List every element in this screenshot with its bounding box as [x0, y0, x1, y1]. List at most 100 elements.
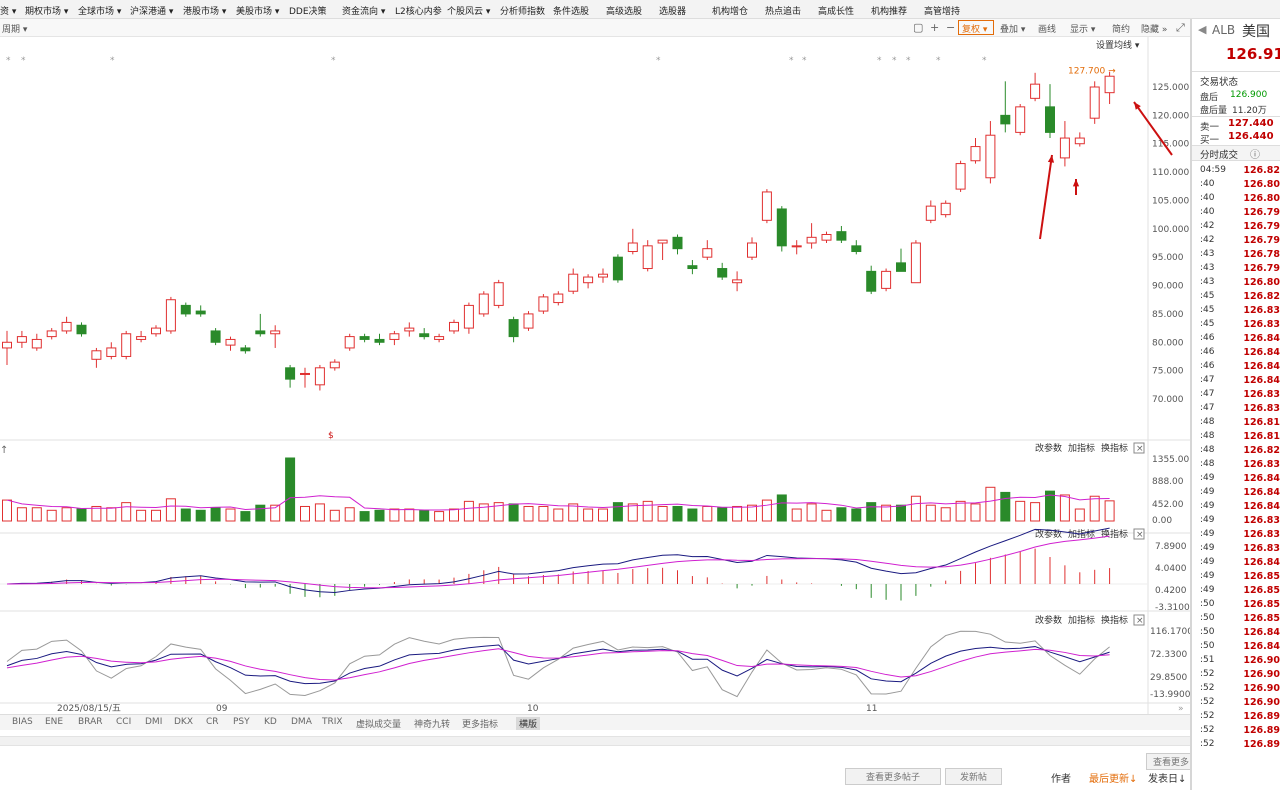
tick-time: :42	[1200, 221, 1215, 231]
panel-close-x: ×	[1136, 444, 1144, 454]
fuquan-button[interactable]: 复权 ▾	[958, 20, 994, 35]
candle-body	[896, 262, 906, 272]
nav-item-3[interactable]: 沪深港通 ▾	[130, 4, 173, 17]
event-marker: *	[906, 56, 911, 66]
indicator-tab-6[interactable]: CR	[206, 717, 219, 727]
volume-bar	[61, 507, 72, 522]
nav-item-10[interactable]: 分析师指数	[500, 4, 545, 17]
indicator-tab-13[interactable]: 更多指标	[462, 717, 498, 730]
volume-bar	[180, 508, 191, 522]
display-button[interactable]: 显示 ▾	[1070, 22, 1095, 35]
period-selector[interactable]: 周期 ▾	[2, 22, 27, 35]
indicator-tab-1[interactable]: ENE	[45, 717, 63, 727]
indicator-tab-3[interactable]: CCI	[116, 717, 131, 727]
view-more-button[interactable]: 查看更多	[1146, 753, 1197, 770]
nav-item-1[interactable]: 期权市场 ▾	[25, 4, 68, 17]
after-hours-label: 盘后	[1200, 93, 1219, 103]
tick-price: 126.79	[1243, 221, 1280, 232]
indicator-tab-14[interactable]: 横版	[516, 717, 541, 730]
nav-item-0[interactable]: 资 ▾	[0, 4, 16, 17]
indicator-tab-12[interactable]: 神奇九转	[414, 717, 450, 730]
indicator-tab-10[interactable]: TRIX	[322, 717, 343, 727]
nav-item-12[interactable]: 高级选股	[606, 4, 642, 17]
nav-item-2[interactable]: 全球市场 ▾	[78, 4, 121, 17]
volume-bar	[359, 511, 370, 522]
candle-body	[210, 330, 221, 343]
latest-update-column[interactable]: 最后更新↓	[1089, 770, 1137, 785]
tick-row: :46 126.84	[1192, 361, 1280, 375]
volume-bar	[225, 508, 236, 522]
candle-body	[359, 336, 370, 340]
indicator-tab-7[interactable]: PSY	[233, 717, 250, 727]
tick-time: :47	[1200, 403, 1215, 413]
draw-line-button[interactable]: 画线	[1038, 22, 1056, 35]
tick-row: :52 126.89	[1192, 739, 1280, 753]
simple-button[interactable]: 简约	[1112, 22, 1130, 35]
volume-bar	[463, 500, 474, 522]
zoom-out-icon[interactable]: −	[946, 21, 955, 34]
nav-item-7[interactable]: 资金流向 ▾	[342, 4, 385, 17]
indicator-tab-4[interactable]: DMI	[145, 717, 162, 727]
indicator-tab-8[interactable]: KD	[264, 717, 277, 727]
tick-price: 126.83	[1243, 403, 1280, 414]
indicator-tab-5[interactable]: DKX	[174, 717, 193, 727]
tick-row: :43 126.78	[1192, 249, 1280, 263]
candle-body	[910, 242, 921, 284]
tick-time: :49	[1200, 571, 1215, 581]
tick-row: :50 126.84	[1192, 627, 1280, 641]
volume-tick: 888.00	[1152, 477, 1184, 487]
nav-item-15[interactable]: 热点追击	[765, 4, 801, 17]
nav-item-4[interactable]: 港股市场 ▾	[183, 4, 226, 17]
tick-row: :48 126.83	[1192, 459, 1280, 473]
candle-body	[46, 330, 57, 338]
tick-time: :49	[1200, 529, 1215, 539]
indicator-tab-2[interactable]: BRAR	[78, 717, 102, 727]
volume-bar	[598, 508, 608, 522]
nav-item-9[interactable]: 个股风云 ▾	[447, 4, 490, 17]
indicator-tab-11[interactable]: 虚拟成交量	[356, 717, 401, 730]
nav-item-14[interactable]: 机构增仓	[712, 4, 748, 17]
nav-item-13[interactable]: 选股器	[659, 4, 686, 17]
new-post-button[interactable]: 发新帖	[945, 768, 1003, 785]
collapse-arrow-icon[interactable]: ◀	[1198, 23, 1206, 36]
nav-item-18[interactable]: 高管增持	[924, 4, 960, 17]
candle-body	[1104, 75, 1115, 94]
volume-bar	[31, 507, 42, 522]
zoom-in-icon[interactable]: +	[930, 21, 939, 34]
window-icon[interactable]: ▢	[913, 21, 923, 34]
view-posts-button[interactable]: 查看更多帖子	[845, 768, 942, 785]
tick-price: 126.81	[1243, 431, 1280, 442]
candle-body	[180, 304, 191, 315]
osc-j-line	[6, 630, 1110, 698]
volume-bar	[806, 503, 817, 522]
annotation-arrowhead	[1072, 179, 1080, 187]
tick-row: :43 126.80	[1192, 277, 1280, 291]
hide-button[interactable]: 隐藏 »	[1141, 22, 1167, 35]
indicator-tab-9[interactable]: DMA	[291, 717, 312, 727]
nav-item-11[interactable]: 条件选股	[553, 4, 589, 17]
info-icon[interactable]: ⓘ	[1250, 146, 1260, 161]
indicator-tabs: BIAS ENE BRAR CCI DMI DKX CR PSY KD DMA TRIX 虚拟成交量神…	[0, 714, 1190, 730]
nav-item-6[interactable]: DDE决策	[289, 4, 327, 17]
fullscreen-icon[interactable]: ⤢	[1176, 21, 1185, 35]
indicator-tab-0[interactable]: BIAS	[12, 717, 33, 727]
nav-item-5[interactable]: 美股市场 ▾	[236, 4, 279, 17]
volume-bar	[538, 505, 549, 522]
nav-item-17[interactable]: 机构推荐	[871, 4, 907, 17]
panel-button: 加指标	[1068, 614, 1095, 626]
post-time-column[interactable]: 发表日↓	[1148, 770, 1186, 785]
candle-body	[538, 296, 549, 312]
tick-row: :46 126.84	[1192, 347, 1280, 361]
event-marker: *	[21, 56, 26, 66]
tick-time: :46	[1200, 361, 1215, 371]
volume-tick: 452.00	[1152, 500, 1184, 510]
nav-item-16[interactable]: 高成长性	[818, 4, 854, 17]
kline-chart[interactable]: 设置均线 ▾ * * * * * * * * * * * * 125.000 120.000 115.000 1…	[0, 37, 1190, 741]
macd-tick: 4.0400	[1155, 564, 1187, 574]
nav-item-8[interactable]: L2核心内参	[395, 4, 442, 17]
volume-bar	[702, 505, 713, 522]
author-column[interactable]: 作者	[1051, 770, 1071, 785]
overlay-button[interactable]: 叠加 ▾	[1000, 22, 1025, 35]
ask-label: 卖一	[1200, 122, 1220, 133]
candle-body	[2, 341, 12, 349]
